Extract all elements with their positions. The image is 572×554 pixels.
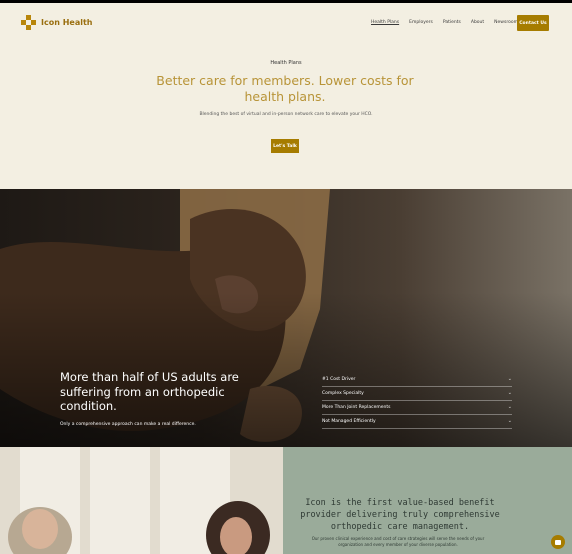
chat-icon — [555, 539, 561, 545]
hero-eyebrow: Health Plans — [270, 60, 302, 66]
accordion-item-complex-specialty[interactable]: Complex Specialty ⌄ — [322, 386, 512, 401]
nav-newsroom[interactable]: Newsroom — [494, 20, 518, 25]
lets-talk-button[interactable]: Let's Talk — [271, 139, 299, 153]
main-nav: Health Plans Employers Patients About Ne… — [371, 20, 518, 25]
cross-logo-icon — [21, 15, 36, 30]
nav-employers[interactable]: Employers — [409, 20, 433, 25]
accordion-label: Not Managed Efficiently — [322, 418, 376, 424]
chevron-down-icon: ⌄ — [507, 390, 512, 396]
accordion-item-not-managed[interactable]: Not Managed Efficiently ⌄ — [322, 414, 512, 429]
hero-title: Better care for members. Lower costs for… — [156, 73, 414, 104]
contact-us-button[interactable]: Contact Us — [517, 15, 549, 31]
women-illustration — [0, 447, 283, 554]
nav-about[interactable]: About — [471, 20, 484, 25]
value-title: Icon is the first value-based benefit pr… — [300, 498, 500, 532]
accordion-label: More Than Joint Replacements — [322, 404, 391, 410]
site-header: Icon Health Health Plans Employers Patie… — [0, 3, 572, 41]
chat-button[interactable] — [551, 535, 565, 549]
chevron-down-icon: ⌄ — [507, 404, 512, 410]
accordion-item-joint-replacements[interactable]: More Than Joint Replacements ⌄ — [322, 400, 512, 415]
nav-health-plans[interactable]: Health Plans — [371, 20, 399, 25]
feature-headline: More than half of US adults are sufferin… — [60, 370, 239, 413]
value-subtitle: Our proven clinical experience and cost … — [311, 536, 485, 547]
brand-name: Icon Health — [41, 18, 93, 27]
women-photo — [0, 447, 283, 554]
chevron-down-icon: ⌄ — [507, 376, 512, 382]
feature-caption: Only a comprehensive approach can make a… — [60, 422, 196, 427]
accordion-label: Complex Specialty — [322, 390, 364, 396]
chevron-down-icon: ⌄ — [507, 418, 512, 424]
accordion-item-cost-driver[interactable]: #1 Cost Driver ⌄ — [322, 372, 512, 387]
brand-logo[interactable]: Icon Health — [21, 15, 92, 30]
hero-subtitle: Blending the best of virtual and in-pers… — [199, 112, 373, 117]
accordion-label: #1 Cost Driver — [322, 376, 356, 382]
nav-patients[interactable]: Patients — [443, 20, 461, 25]
